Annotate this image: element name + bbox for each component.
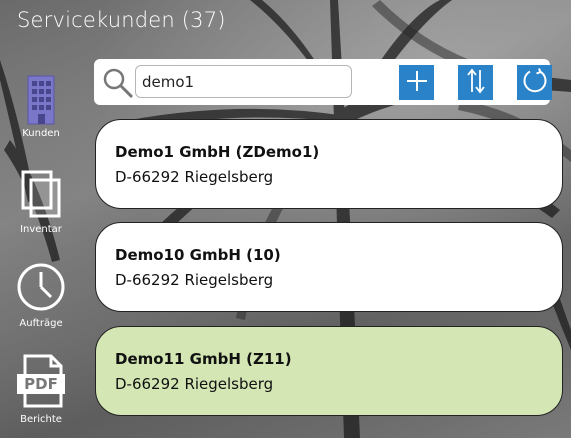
page-title: Servicekunden (37) xyxy=(17,8,226,32)
customer-name: Demo10 GmbH (10) xyxy=(115,246,281,264)
customer-name: Demo1 GmbH (ZDemo1) xyxy=(115,143,320,161)
nav-item-inventar[interactable]: Inventar xyxy=(4,170,78,235)
customer-name: Demo11 GmbH (Z11) xyxy=(115,350,292,368)
refresh-icon xyxy=(522,68,548,97)
refresh-button[interactable] xyxy=(517,65,552,100)
copy-icon xyxy=(19,170,63,222)
customer-card[interactable]: Demo10 GmbH (10) D-66292 Riegelsberg xyxy=(95,222,563,312)
sort-button[interactable] xyxy=(458,65,493,100)
nav-item-auftraege[interactable]: Aufträge xyxy=(4,262,78,329)
search-input[interactable] xyxy=(135,65,352,98)
pdf-icon: PDF xyxy=(15,354,67,412)
nav-item-berichte[interactable]: PDF Berichte xyxy=(4,354,78,425)
customer-address: D-66292 Riegelsberg xyxy=(115,168,274,186)
customer-card[interactable]: Demo1 GmbH (ZDemo1) D-66292 Riegelsberg xyxy=(95,119,563,209)
sort-arrows-icon xyxy=(465,68,487,97)
customer-address: D-66292 Riegelsberg xyxy=(115,375,274,393)
customer-address: D-66292 Riegelsberg xyxy=(115,271,274,289)
svg-text:PDF: PDF xyxy=(24,375,58,393)
customer-card-selected[interactable]: Demo11 GmbH (Z11) D-66292 Riegelsberg xyxy=(95,326,563,416)
clock-icon xyxy=(16,263,66,316)
nav-label-kunden: Kunden xyxy=(22,128,60,139)
nav-label-inventar: Inventar xyxy=(20,224,62,235)
nav-label-auftraege: Aufträge xyxy=(19,318,63,329)
plus-icon xyxy=(406,70,428,95)
nav-item-kunden[interactable]: Kunden xyxy=(4,74,78,139)
search-toolbar xyxy=(94,59,552,105)
add-button[interactable] xyxy=(399,65,434,100)
nav-label-berichte: Berichte xyxy=(20,414,62,425)
search-icon[interactable] xyxy=(102,67,134,103)
